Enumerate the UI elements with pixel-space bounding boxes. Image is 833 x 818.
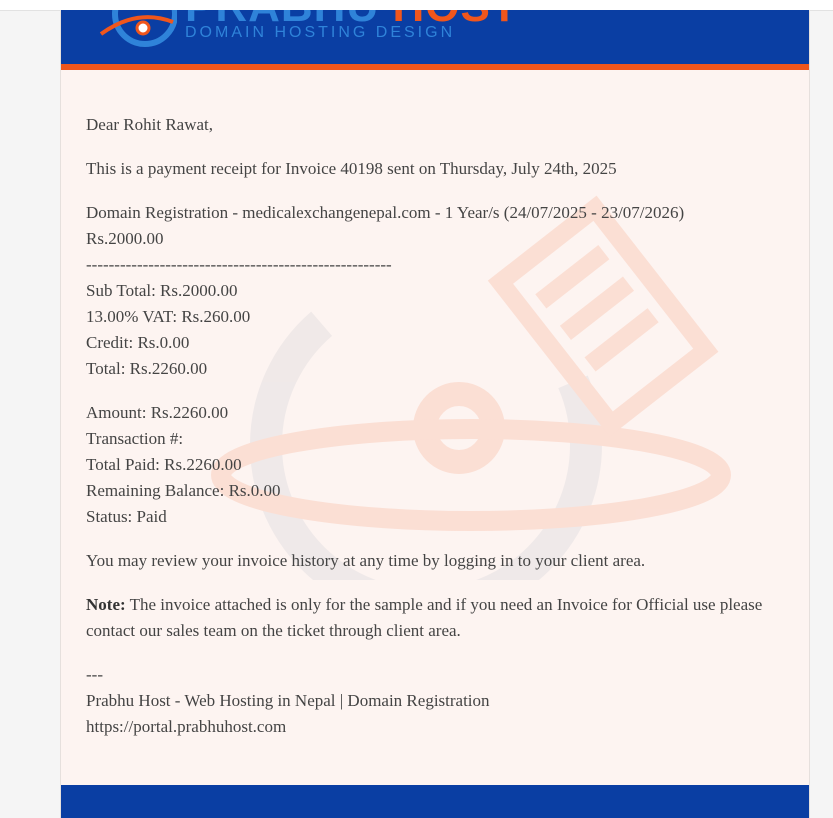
transaction-number: Transaction #: [86,429,184,448]
review-invoice-text: You may review your invoice history at a… [86,551,646,570]
sub-total: Sub Total: Rs.2000.00 [86,281,238,300]
invoice-items: Domain Registration - medicalexchangenep… [86,200,791,382]
total-paid: Total Paid: Rs.2260.00 [86,455,242,474]
payment-details: Amount: Rs.2260.00 Transaction #: Total … [86,400,791,530]
email-footer [61,785,809,818]
remaining-balance: Remaining Balance: Rs.0.00 [86,481,281,500]
logo-icon [99,10,177,47]
email-body: Dear Rohit Rawat, This is a payment rece… [86,112,791,758]
payment-status: Status: Paid [86,507,167,526]
total-amount: Total: Rs.2260.00 [86,359,208,378]
signature-company: Prabhu Host - Web Hosting in Nepal | Dom… [86,691,490,710]
payment-amount: Amount: Rs.2260.00 [86,403,229,422]
note-label: Note: [86,595,126,614]
note-paragraph: Note: The invoice attached is only for t… [86,592,791,644]
portal-link[interactable]: https://portal.prabhuhost.com [86,714,791,740]
credit-amount: Credit: Rs.0.00 [86,333,190,352]
header-accent-bar [61,64,809,70]
note-text: The invoice attached is only for the sam… [86,595,763,640]
signature-dashes: --- [86,665,103,684]
receipt-intro: This is a payment receipt for Invoice 40… [86,159,617,178]
logo-tagline: DOMAIN HOSTING DESIGN [185,24,456,41]
email-header: PRABHU HOST DOMAIN HOSTING DESIGN [61,10,809,64]
separator-line: ----------------------------------------… [86,255,392,274]
signature: --- Prabhu Host - Web Hosting in Nepal |… [86,662,791,740]
vat-amount: 13.00% VAT: Rs.260.00 [86,307,251,326]
item-description: Domain Registration - medicalexchangenep… [86,203,685,222]
email-card: PRABHU HOST DOMAIN HOSTING DESIGN Dear R… [60,10,810,818]
item-price: Rs.2000.00 [86,229,164,248]
greeting: Dear Rohit Rawat, [86,115,213,134]
